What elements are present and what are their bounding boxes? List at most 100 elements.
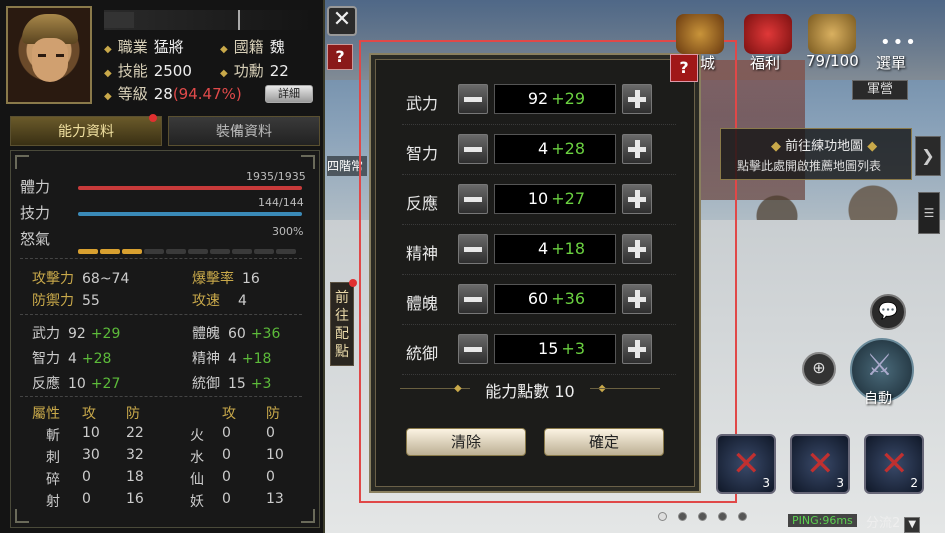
side-menu-icon[interactable]: ☰ [918, 192, 940, 234]
camp-button[interactable]: 軍營 [852, 80, 908, 100]
attribute-value: 4 +18 [494, 234, 616, 264]
decrease-button[interactable] [458, 134, 488, 164]
resist-cell: 18 [126, 469, 144, 485]
increase-button[interactable] [622, 184, 652, 214]
detail-button[interactable]: 詳細 [265, 85, 313, 103]
tab-equipment[interactable]: 裝備資料 [168, 116, 320, 146]
resist-header-def2: 防 [266, 406, 280, 422]
sp-value: 144/144 [258, 196, 304, 209]
attribute-label: 精神 [406, 244, 439, 263]
increase-button[interactable] [622, 234, 652, 264]
chat-icon[interactable]: 💬 [870, 294, 906, 330]
expand-arrow-icon[interactable]: ❯ [915, 136, 941, 176]
resist-cell: 碎 [46, 472, 60, 488]
stat-fanying: 反應 10 +27 [32, 376, 121, 392]
decrease-button[interactable] [458, 84, 488, 114]
resist-cell: 刺 [46, 450, 60, 466]
menu-city[interactable]: 城 [700, 52, 715, 73]
menu-select[interactable]: 選單 [876, 52, 906, 73]
attribute-label: 體魄 [406, 294, 439, 313]
resist-cell: 射 [46, 494, 60, 510]
rage-label: 怒氣 [20, 230, 51, 248]
increase-button[interactable] [622, 334, 652, 364]
resist-header-attr: 屬性 [32, 406, 60, 422]
bag-icon[interactable] [808, 14, 856, 54]
resist-cell: 0 [222, 491, 231, 507]
ability-points: ◆ 能力點數 10 ◆ [400, 378, 660, 401]
increase-button[interactable] [622, 134, 652, 164]
resist-cell: 13 [266, 491, 284, 507]
attribute-value: 60 +36 [494, 284, 616, 314]
skill-slot-1[interactable]: ✕ 3 [716, 434, 776, 494]
resist-cell: 水 [190, 450, 204, 466]
help-button-dialog[interactable]: ? [670, 54, 698, 82]
decrease-button[interactable] [458, 184, 488, 214]
stat-wuli: 武力 92 +29 [32, 326, 121, 342]
resist-cell: 斬 [46, 428, 60, 444]
chevron-down-icon[interactable]: ▼ [904, 517, 921, 533]
info-job: ◆ 職業 猛將 [104, 38, 184, 56]
clear-button[interactable]: 清除 [406, 428, 526, 456]
event-icon[interactable] [676, 14, 724, 54]
hp-label: 體力 [20, 178, 51, 196]
server-line-select[interactable]: 分流2 ▼ [866, 512, 921, 533]
resist-cell: 10 [82, 425, 100, 441]
skill-slot-3[interactable]: ✕ 2 [864, 434, 924, 494]
goto-training-map[interactable]: ◆ 前往練功地圖 ◆ 點擊此處開啟推薦地圖列表 [720, 128, 912, 180]
stat-tongyu: 統御 15 +3 [192, 376, 272, 392]
increase-button[interactable] [622, 284, 652, 314]
attribute-row: 統御 15 +3 [390, 334, 690, 375]
resist-cell: 10 [266, 447, 284, 463]
attribute-label: 智力 [406, 144, 439, 163]
attribute-label: 反應 [406, 194, 439, 213]
character-panel: ◆ 職業 猛將 ◆ 國籍魏 ◆ 技能 2500 ◆ 功勳 22 ◆ 等級 28(94.47%) 詳… [0, 0, 325, 533]
stat-speed: 攻速 4 [192, 293, 247, 309]
stat-zhili: 智力 4 +28 [32, 351, 112, 367]
gift-icon[interactable] [744, 14, 792, 54]
resist-cell: 妖 [190, 494, 204, 510]
more-icon[interactable]: ••• [880, 32, 918, 53]
increase-button[interactable] [622, 84, 652, 114]
decrease-button[interactable] [458, 234, 488, 264]
hp-bar [78, 186, 302, 190]
info-skill: ◆ 技能 2500 [104, 62, 192, 80]
info-level: ◆ 等級 28(94.47%) [104, 85, 242, 103]
rage-bar [78, 239, 298, 258]
sp-bar [78, 212, 302, 216]
resist-header-atk: 攻 [82, 406, 96, 422]
skill-slot-2[interactable]: ✕ 3 [790, 434, 850, 494]
confirm-button[interactable]: 確定 [544, 428, 664, 456]
target-icon[interactable]: ⊕ [802, 352, 836, 386]
help-button-panel[interactable]: ? [327, 44, 353, 70]
resist-header-atk2: 攻 [222, 406, 236, 422]
notification-dot [149, 114, 157, 122]
resist-cell: 0 [266, 425, 275, 441]
resist-header-def: 防 [126, 406, 140, 422]
tab-ability[interactable]: 能力資料 [10, 114, 162, 146]
resist-cell: 32 [126, 447, 144, 463]
ping-readout: PING:96ms [788, 514, 857, 527]
attribute-value: 10 +27 [494, 184, 616, 214]
menu-welfare[interactable]: 福利 [750, 52, 780, 73]
resist-cell: 0 [222, 447, 231, 463]
character-name-bar [104, 10, 314, 30]
close-button[interactable]: ✕ [327, 6, 357, 36]
attribute-row: 體魄 60 +36 [390, 284, 690, 325]
attribute-row: 武力 92 +29 [390, 84, 690, 125]
attribute-row: 反應 10 +27 [390, 184, 690, 225]
resist-cell: 0 [222, 425, 231, 441]
page-dots [658, 506, 758, 525]
resist-cell: 16 [126, 491, 144, 507]
info-merit: ◆ 功勳 22 [220, 62, 289, 80]
stat-attack: 攻擊力 68~74 [32, 271, 130, 287]
decrease-button[interactable] [458, 334, 488, 364]
attribute-value: 4 +28 [494, 134, 616, 164]
decrease-button[interactable] [458, 284, 488, 314]
menu-count: 79/100 [806, 52, 859, 70]
goto-allocate-button[interactable]: 前往配點 [330, 279, 357, 366]
resist-cell: 0 [82, 491, 91, 507]
attribute-label: 武力 [406, 94, 439, 113]
info-nation: ◆ 國籍魏 [220, 38, 285, 56]
resist-cell: 22 [126, 425, 144, 441]
attribute-row: 精神 4 +18 [390, 234, 690, 275]
